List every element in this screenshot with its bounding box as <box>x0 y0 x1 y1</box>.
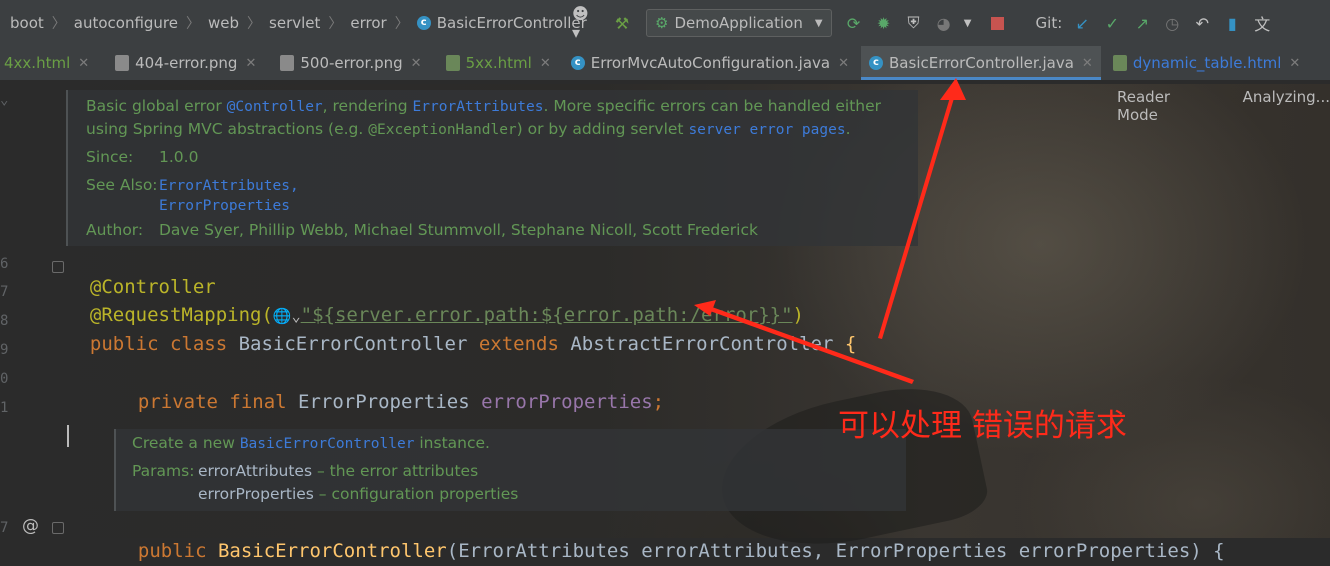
arrow-to-tab <box>878 78 966 339</box>
annotation-arrows <box>694 78 966 384</box>
arrow-to-request-mapping <box>694 300 914 384</box>
annotation-text: 可以处理 错误的请求 <box>838 408 1127 444</box>
